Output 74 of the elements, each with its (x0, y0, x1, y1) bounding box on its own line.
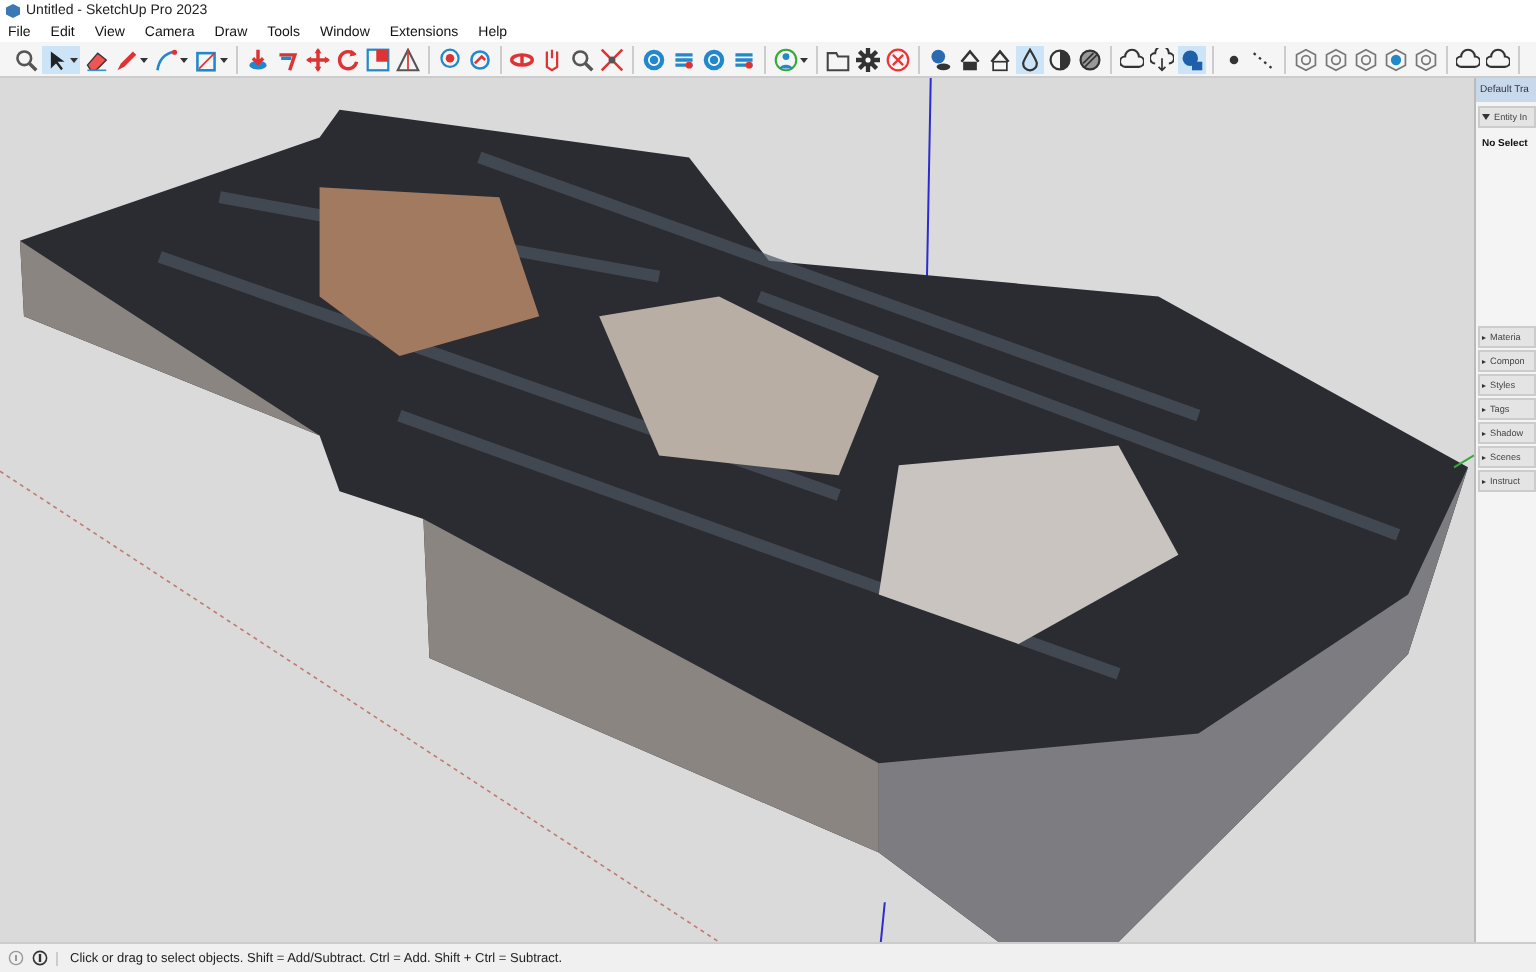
hexagon-tool-button[interactable] (1352, 45, 1380, 73)
caret-icon[interactable] (800, 55, 808, 63)
blob-tool-button[interactable] (1178, 45, 1206, 73)
orbit-tool-button[interactable] (466, 45, 494, 73)
close-icon (886, 47, 910, 71)
caret-icon[interactable] (140, 55, 148, 63)
zoom-extents-icon (600, 47, 624, 71)
target-icon (438, 47, 462, 71)
vertical-axis-line (879, 901, 886, 942)
zoom-extents-tool-button[interactable] (598, 45, 626, 73)
hexagon-tool-button[interactable] (1412, 45, 1440, 73)
move-tool-button[interactable] (304, 45, 332, 73)
magnifier-tool-button[interactable] (12, 45, 40, 73)
cloud-tool-button[interactable] (1454, 45, 1482, 73)
move-icon (306, 47, 330, 71)
scale-tool-button[interactable] (364, 45, 392, 73)
close-tool-button[interactable] (884, 45, 912, 73)
person-tool-button[interactable] (772, 45, 810, 73)
cloud-icon (1120, 47, 1144, 71)
target-tool-button[interactable] (436, 45, 464, 73)
dotted-line-icon (1252, 47, 1276, 71)
hatched-circle-icon (1078, 47, 1102, 71)
arc-icon (154, 47, 178, 71)
cloud-icon (1486, 47, 1510, 71)
cloud-tool-button[interactable] (1118, 45, 1146, 73)
drop-icon (1018, 47, 1042, 71)
triangle-tool-button[interactable] (394, 45, 422, 73)
rectangle-icon (194, 47, 218, 71)
triangle-icon (396, 47, 420, 71)
caret-icon[interactable] (220, 55, 228, 63)
person-icon (774, 47, 798, 71)
caret-icon[interactable] (70, 55, 78, 63)
settings-icon (856, 47, 880, 71)
hexagon-tool-button[interactable] (1382, 45, 1410, 73)
cloud-download-icon (1150, 47, 1174, 71)
push-pull-tool-button[interactable] (244, 45, 272, 73)
pointer-tool-button[interactable] (42, 45, 80, 73)
hexagon-icon (1324, 47, 1348, 71)
arc-tool-button[interactable] (152, 45, 190, 73)
blob-icon (1180, 47, 1204, 71)
rotate-tool-button[interactable] (334, 45, 362, 73)
rotate-icon (336, 47, 360, 71)
orbit-icon (468, 47, 492, 71)
hand-icon (540, 47, 564, 71)
hatched-circle-tool-button[interactable] (1076, 45, 1104, 73)
drop-tool-button[interactable] (1016, 45, 1044, 73)
hexagon-icon (1294, 47, 1318, 71)
eraser-icon (84, 47, 108, 71)
hexagon-icon (1414, 47, 1438, 71)
settings-tool-button[interactable] (854, 45, 882, 73)
caret-icon[interactable] (180, 55, 188, 63)
depth-axis-line (1453, 454, 1474, 469)
globe-tool-button[interactable] (640, 45, 668, 73)
hexagon-icon (1384, 47, 1408, 71)
cloud-tool-button[interactable] (1484, 45, 1512, 73)
half-circle-tool-button[interactable] (1046, 45, 1074, 73)
hexagon-tool-button[interactable] (1322, 45, 1350, 73)
app-logo-icon (6, 4, 20, 18)
cloud-icon (1456, 47, 1480, 71)
half-circle-icon (1048, 47, 1072, 71)
scale-icon (366, 47, 390, 71)
cloud-download-tool-button[interactable] (1148, 45, 1176, 73)
push-pull-icon (246, 47, 270, 71)
globe-tool-button[interactable] (700, 45, 728, 73)
hexagon-icon (1354, 47, 1378, 71)
globe-icon (702, 47, 726, 71)
pencil-icon (114, 47, 138, 71)
globe-icon (642, 47, 666, 71)
magnifier-icon (14, 47, 38, 71)
hexagon-tool-button[interactable] (1292, 45, 1320, 73)
info-icon[interactable] (32, 950, 48, 966)
folder-icon (826, 47, 850, 71)
magnifier-icon (570, 47, 594, 71)
magnifier-tool-button[interactable] (568, 45, 596, 73)
